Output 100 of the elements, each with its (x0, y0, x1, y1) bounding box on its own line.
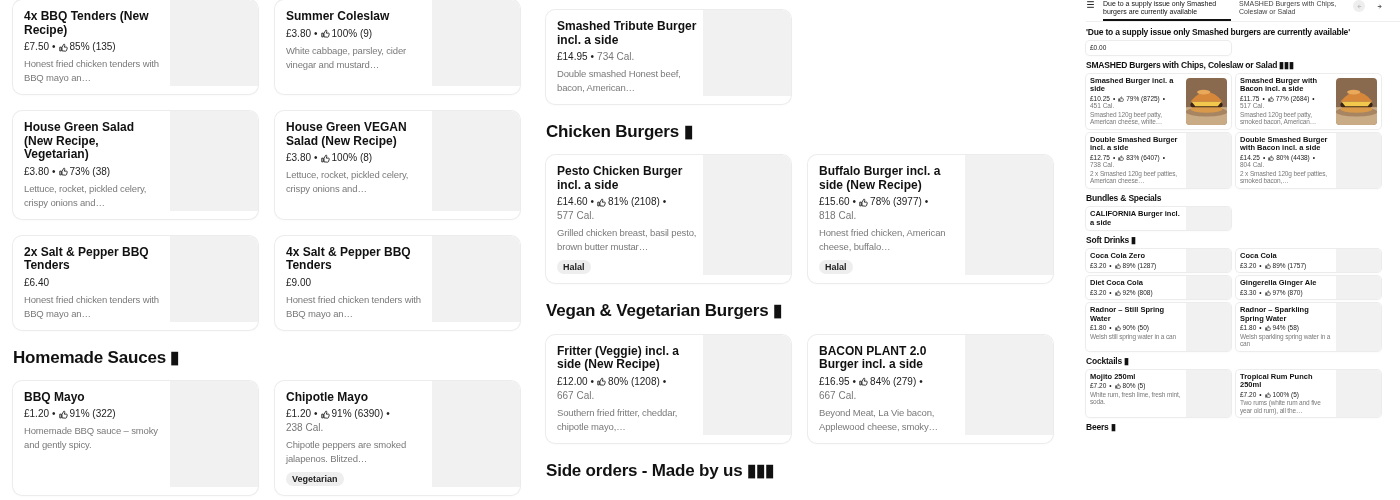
thumbs-up-icon (1264, 262, 1271, 269)
calories: 577 Cal. (557, 209, 595, 224)
item-description: Homemade BBQ sauce – smoky and gently spicy. (24, 424, 159, 453)
item-name: Buffalo Burger incl. a side (New Recipe) (819, 165, 942, 193)
separator-dot: • (919, 374, 923, 389)
thumbs-up-icon (1118, 95, 1125, 102)
calories: 734 Cal. (597, 50, 635, 64)
calories: 667 Cal. (557, 388, 595, 403)
thumbs-up-icon (1114, 289, 1121, 296)
separator-dot: • (852, 195, 857, 210)
menu-item-card[interactable]: BACON PLANT 2.0 Burger incl. a side £16.95 • 84% (279) • 667 Cal. Beyond Meat, La Vie bacon, Applewood cheese, smoky… (808, 334, 1053, 443)
thumbs-up-icon (1264, 289, 1271, 296)
menu-item-card[interactable]: 4x Salt & Pepper BBQ Tenders £9.00 Honest fried chicken tenders with BBQ mayo an… (275, 235, 520, 330)
item-description: Lettuce, rocket, pickled celery, crispy onions and… (24, 181, 148, 210)
thumbs-up-icon (597, 197, 607, 207)
section-heading: Side orders - Made by us ▮▮▮ (546, 459, 775, 482)
item-name: House Green Salad (New Recipe, Vegetarian) (24, 121, 136, 162)
item-price: £1.20 (24, 407, 50, 422)
item-description: Honest fried chicken, American cheese, buffalo… (819, 226, 947, 255)
separator-dot: • (662, 374, 667, 389)
section-heading: Homemade Sauces ▮ (13, 346, 181, 369)
menu-item-card[interactable]: House Green Salad (New Recipe, Vegetarian) £3.80 • 73% (38) Lettuce, rocket, pickled celery, crispy onions and… (13, 111, 258, 219)
item-description: Beyond Meat, La Vie bacon, Applewood cheese, smoky… (819, 405, 939, 434)
item-description: Southern fried fritter, cheddar, chipotle mayo,… (557, 405, 679, 434)
thumbs-up-icon (859, 197, 869, 207)
arrow-right-icon (1375, 2, 1383, 10)
item-name: 2x Salt & Pepper BBQ Tenders (24, 245, 150, 273)
section-heading: SMASHED Burgers with Chips, Coleslaw or Salad ▮▮▮ (1086, 58, 1295, 72)
item-name: 4x BBQ Tenders (New Recipe) (24, 10, 150, 37)
thumbs-up-icon (1118, 154, 1125, 161)
item-description: Chipotle peppers are smoked jalapenos. Blitzed… (286, 438, 408, 467)
item-description: Double smashed Honest beef, bacon, American… (557, 67, 682, 95)
section-heading: Soft Drinks ▮ (1086, 234, 1138, 248)
item-description: Grilled chicken breast, basil pesto, brown butter mustar… (557, 226, 697, 255)
rating-text: 91% (322) (69, 407, 116, 422)
item-price: £7.50 (24, 40, 50, 54)
separator-dot: • (662, 195, 667, 210)
item-name: Summer Coleslaw (286, 10, 391, 24)
dietary-tag: Halal (557, 260, 591, 275)
separator-dot: • (52, 407, 56, 422)
thumbs-up-icon (1114, 383, 1121, 390)
item-name: BBQ Mayo (24, 390, 86, 405)
thumbs-up-icon (320, 409, 330, 419)
separator-dot: • (314, 26, 318, 41)
thumbs-up-icon (1114, 325, 1121, 331)
menu-item-card[interactable]: Chipotle Mayo £1.20 • 91% (6390) • 238 Cal. Chipotle peppers are smoked jalapenos. Blitzed… Vegetarian (275, 380, 520, 496)
section-heading: Beers ▮ (1086, 421, 1117, 435)
thumbs-up-icon (1114, 262, 1121, 269)
item-price: £3.80 (24, 164, 50, 179)
item-price: £15.60 (819, 195, 850, 210)
calories: 238 Cal. (286, 421, 324, 436)
item-price: £6.40 (24, 275, 50, 290)
previous-button[interactable] (1353, 0, 1365, 12)
item-name: Fritter (Veggie) incl. a side (New Recipe) (557, 344, 681, 372)
section-heading: Chicken Burgers ▮ (546, 121, 694, 143)
item-price: £3.80 (286, 26, 312, 41)
menu-item-card[interactable]: Summer Coleslaw £3.80 • 100% (9) White cabbage, parsley, cider vinegar and mustard… (275, 0, 520, 94)
thumbs-up-icon (58, 409, 68, 419)
item-name: Chipotle Mayo (286, 390, 369, 405)
item-name: BACON PLANT 2.0 Burger incl. a side (819, 344, 928, 372)
item-price: £9.00 (286, 275, 312, 290)
menu-icon (1086, 0, 1095, 9)
rating-text: 84% (279) (870, 374, 917, 389)
rating-text: 100% (8) (331, 151, 373, 165)
menu-item-card[interactable]: House Green VEGAN Salad (New Recipe) £3.80 • 100% (8) Lettuce, rocket, pickled celery, crispy onions and… (275, 111, 520, 219)
menu-item-card[interactable]: 4x BBQ Tenders (New Recipe) £7.50 • 85% (135) Honest fried chicken tenders with BBQ mayo an… (13, 0, 258, 94)
rating-text: 78% (3977) (870, 195, 922, 210)
item-price: £14.60 (557, 195, 588, 210)
rating-text: 91% (6390) (331, 407, 384, 422)
item-price: £1.20 (286, 407, 312, 422)
thumbs-up-icon (859, 377, 869, 387)
separator-dot: • (52, 164, 56, 179)
separator-dot: • (52, 40, 56, 54)
menu-item-card[interactable]: Fritter (Veggie) incl. a side (New Recipe) £12.00 • 80% (1208) • 667 Cal. Southern fried fritter, cheddar, chipotle mayo,… (546, 334, 791, 443)
thumbs-up-icon (58, 167, 68, 176)
rating-text: 81% (2108) (608, 195, 660, 210)
thumbs-up-icon (320, 29, 330, 38)
menu-item-card[interactable]: Smashed Tribute Burger incl. a side £14.95 • 734 Cal. Double smashed Honest beef, bacon, American… (546, 10, 791, 104)
rating-text: 100% (9) (331, 26, 373, 41)
section-heading: Bundles & Specials (1086, 191, 1163, 205)
separator-dot: • (314, 407, 318, 422)
arrow-left-icon (1355, 2, 1363, 10)
item-description: Honest fried chicken tenders with BBQ mayo an… (24, 57, 160, 85)
separator-dot: • (590, 374, 595, 389)
separator-dot: • (314, 151, 318, 165)
menu-item-card[interactable]: Pesto Chicken Burger incl. a side £14.60 • 81% (2108) • 577 Cal. Grilled chicken breast, basil pesto, brown butter mustar… Halal (546, 155, 791, 284)
item-description: Honest fried chicken tenders with BBQ mayo an… (286, 292, 422, 321)
item-description: Honest fried chicken tenders with BBQ mayo an… (24, 292, 160, 321)
item-description: Lettuce, rocket, pickled celery, crispy onions and… (286, 168, 410, 196)
item-price: £16.95 (819, 374, 850, 389)
rating-text: 80% (1208) (608, 374, 660, 389)
thumbs-up-icon (1267, 95, 1274, 102)
menu-item-card[interactable]: BBQ Mayo £1.20 • 91% (322) Homemade BBQ sauce – smoky and gently spicy. (13, 380, 258, 496)
menu-item-card[interactable]: Buffalo Burger incl. a side (New Recipe) £15.60 • 78% (3977) • 818 Cal. Honest fried chicken, American cheese, buffalo… Halal (808, 155, 1053, 284)
thumbs-up-icon (597, 377, 607, 387)
thumbs-up-icon (1268, 154, 1275, 161)
thumbs-up-icon (1264, 325, 1271, 331)
section-heading: Cocktails ▮ (1086, 354, 1130, 368)
menu-item-card[interactable]: 2x Salt & Pepper BBQ Tenders £6.40 Honest fried chicken tenders with BBQ mayo an… (13, 235, 258, 330)
thumbs-up-icon (320, 153, 330, 163)
